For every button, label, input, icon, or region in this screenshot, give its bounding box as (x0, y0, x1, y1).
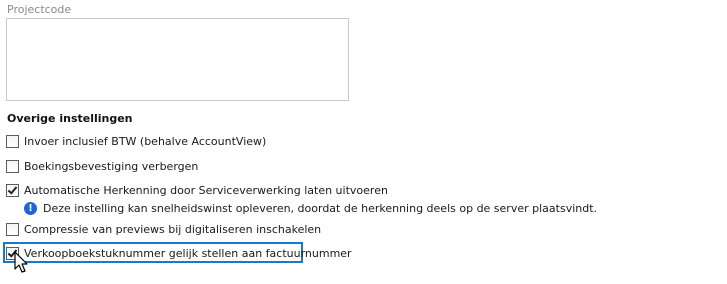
option-label: Boekingsbevestiging verbergen (24, 159, 199, 173)
option-automatische-herkenning[interactable]: Automatische Herkenning door Serviceverw… (6, 182, 388, 198)
option-verkoopboekstuknummer[interactable]: Verkoopboekstuknummer gelijk stellen aan… (6, 245, 352, 261)
info-icon: ! (24, 202, 37, 215)
option-invoer-btw[interactable]: Invoer inclusief BTW (behalve AccountVie… (6, 133, 266, 149)
projectcode-field[interactable] (6, 18, 349, 101)
info-text: Deze instelling kan snelheidswinst oplev… (43, 202, 598, 215)
option-label: Invoer inclusief BTW (behalve AccountVie… (24, 134, 267, 148)
option-label: Compressie van previews bij digitalisere… (24, 222, 322, 236)
option-boekingsbevestiging[interactable]: Boekingsbevestiging verbergen (6, 158, 198, 174)
projectcode-label: Projectcode (7, 3, 72, 16)
option-label: Automatische Herkenning door Serviceverw… (24, 183, 388, 197)
info-message: ! Deze instelling kan snelheidswinst opl… (24, 202, 597, 215)
checkbox[interactable] (6, 183, 19, 197)
option-compressie-previews[interactable]: Compressie van previews bij digitalisere… (6, 221, 321, 237)
checkbox[interactable] (6, 159, 19, 173)
section-title: Overige instellingen (7, 112, 133, 125)
mouse-pointer-icon (14, 251, 28, 273)
checkbox[interactable] (6, 134, 19, 148)
checkbox[interactable] (6, 222, 19, 236)
option-label: Verkoopboekstuknummer gelijk stellen aan… (24, 246, 352, 260)
